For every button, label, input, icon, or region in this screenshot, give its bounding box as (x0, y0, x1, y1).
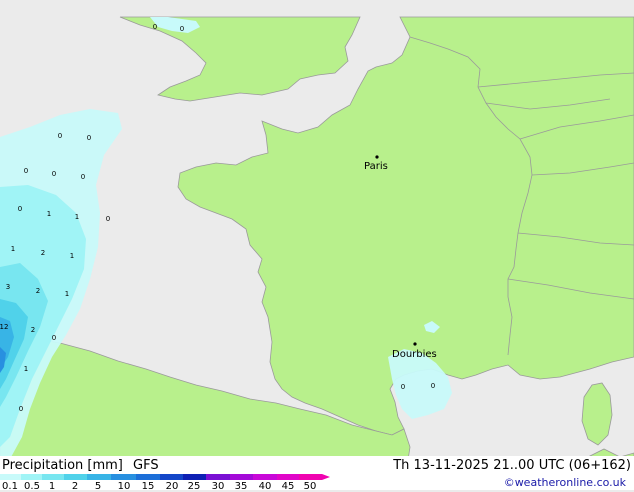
legend-title-text: Precipitation [mm] (2, 458, 123, 473)
svg-text:0: 0 (24, 167, 28, 175)
legend-tick-label: 15 (141, 481, 155, 492)
svg-text:0: 0 (153, 23, 157, 31)
legend-tick-label: 0.5 (24, 481, 40, 492)
svg-text:0: 0 (431, 382, 435, 390)
legend-tick-label: 50 (303, 481, 317, 492)
legend-swatch (253, 474, 277, 480)
city-marker (375, 155, 379, 159)
legend-model: GFS (133, 458, 159, 473)
legend-swatch (183, 474, 206, 480)
legend-swatch (206, 474, 230, 480)
svg-text:1: 1 (70, 252, 74, 260)
legend-swatch (0, 474, 21, 480)
svg-text:1: 1 (75, 213, 79, 221)
svg-text:1: 1 (47, 210, 51, 218)
credit-link[interactable]: ©weatheronline.co.uk (504, 476, 626, 489)
legend-swatch (63, 474, 87, 480)
legend-swatch (111, 474, 136, 480)
legend-tick-label: 25 (187, 481, 201, 492)
legend-swatch (299, 474, 322, 480)
legend-title: Precipitation [mm] GFS (2, 458, 159, 473)
svg-text:0: 0 (87, 134, 91, 142)
legend-swatch (160, 474, 183, 480)
svg-text:0: 0 (18, 205, 22, 213)
legend-tick-label: 5 (94, 481, 102, 492)
legend-swatch (229, 474, 253, 480)
legend-tick-label: 45 (281, 481, 295, 492)
svg-text:3: 3 (6, 283, 10, 291)
legend-swatch (86, 474, 111, 480)
legend-swatch (136, 474, 160, 480)
legend-tick-label: 35 (234, 481, 248, 492)
svg-text:1: 1 (11, 245, 15, 253)
svg-text:0: 0 (81, 173, 85, 181)
run-info: Th 13-11-2025 21..00 UTC (06+162) (393, 458, 631, 473)
city-label: Dourbies (392, 349, 437, 360)
legend-swatch (276, 474, 299, 480)
precipitation-map: 0 0 0 0 0 0 0 1 1 0 1 2 1 3 2 1 12 2 1 0… (0, 16, 634, 474)
legend-tick-label: 2 (71, 481, 79, 492)
svg-text:2: 2 (31, 326, 35, 334)
svg-text:0: 0 (52, 334, 56, 342)
svg-text:2: 2 (36, 287, 40, 295)
svg-text:1: 1 (24, 365, 28, 373)
legend-arrow (322, 474, 330, 480)
legend-tick-label: 30 (211, 481, 225, 492)
legend-swatch (21, 474, 42, 480)
svg-text:2: 2 (41, 249, 45, 257)
legend-tick-label: 10 (117, 481, 131, 492)
legend-swatch (42, 474, 64, 480)
city-label: Paris (364, 161, 388, 172)
svg-text:0: 0 (180, 25, 184, 33)
legend-tick-label: 0.1 (2, 481, 18, 492)
legend-tick-label: 20 (165, 481, 179, 492)
svg-text:0: 0 (19, 405, 23, 413)
legend-tick-label: 40 (258, 481, 272, 492)
city-marker (413, 342, 417, 346)
svg-text:0: 0 (401, 383, 405, 391)
legend-tick-label: 1 (48, 481, 56, 492)
svg-text:0: 0 (106, 215, 110, 223)
svg-text:1: 1 (65, 290, 69, 298)
svg-text:0: 0 (58, 132, 62, 140)
svg-text:12: 12 (0, 323, 8, 331)
svg-text:0: 0 (52, 170, 56, 178)
